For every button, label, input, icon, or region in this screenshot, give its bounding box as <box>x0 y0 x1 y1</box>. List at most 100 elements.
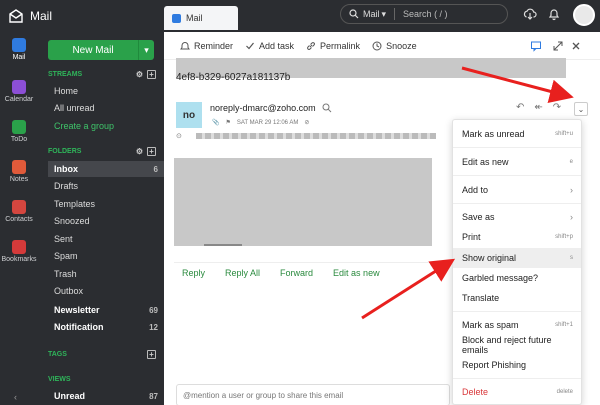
folder-panel: New Mail ▾ STREAMS ⚙ + Home All unread C… <box>38 32 164 405</box>
tab-label: Mail <box>186 13 203 23</box>
rail-item-calendar[interactable]: Calendar <box>0 80 38 103</box>
folder-item-snoozed[interactable]: Snoozed <box>48 213 164 229</box>
folder-label: Inbox <box>54 164 78 174</box>
stream-item-home[interactable]: Home <box>48 83 164 99</box>
menu-shortcut: shift+1 <box>555 322 573 328</box>
sender-address[interactable]: noreply-dmarc@zoho.com <box>210 103 316 113</box>
expand-icon[interactable] <box>552 40 564 52</box>
menu-shortcut: shift+p <box>555 234 573 240</box>
menu-divider <box>453 175 581 176</box>
notes-icon <box>12 160 26 174</box>
new-mail-label: New Mail <box>72 44 114 56</box>
add-folder-icon[interactable]: + <box>147 147 156 156</box>
folder-item-drafts[interactable]: Drafts <box>48 178 164 194</box>
menu-label: Report Phishing <box>462 360 527 370</box>
menu-item-add-to[interactable]: Add to › <box>453 180 581 200</box>
rail-label: Bookmarks <box>1 256 37 263</box>
reminder-button[interactable]: Reminder <box>180 41 233 51</box>
forward-link[interactable]: Forward <box>280 268 313 278</box>
sender-avatar[interactable]: no <box>176 102 202 128</box>
info-icon[interactable]: ⊙ <box>176 132 182 140</box>
menu-item-delete[interactable]: Delete delete <box>453 382 581 402</box>
clock-icon <box>372 41 382 50</box>
add-task-button[interactable]: Add task <box>245 41 294 51</box>
attachment-icon[interactable]: 📎 <box>212 119 219 126</box>
search-mode-select[interactable]: Mail ▾ <box>363 9 386 20</box>
tags-header: TAGS + <box>48 350 156 359</box>
stream-item-all-unread[interactable]: All unread <box>48 100 164 116</box>
folder-item-outbox[interactable]: Outbox <box>48 283 164 299</box>
views-header: VIEWS <box>48 376 156 383</box>
rail-item-notes[interactable]: Notes <box>0 160 38 183</box>
menu-label: Garbled message? <box>462 273 539 283</box>
bell-icon[interactable] <box>547 7 561 21</box>
menu-item-translate[interactable]: Translate <box>453 288 581 308</box>
folder-item-templates[interactable]: Templates <box>48 196 164 212</box>
forward-icon[interactable]: ↷ <box>553 102 561 113</box>
reply-link[interactable]: Reply <box>182 268 205 278</box>
folder-settings-icon[interactable]: ⚙ <box>136 147 143 156</box>
link-icon <box>307 41 315 50</box>
search-box[interactable]: Mail ▾ Search ( / ) <box>340 4 508 24</box>
edit-as-new-link[interactable]: Edit as new <box>333 268 380 278</box>
message-id-text: 4ef8-b329-6027a181137b <box>176 72 291 83</box>
download-cloud-icon[interactable] <box>523 7 537 21</box>
search-input[interactable]: Search ( / ) <box>403 9 448 19</box>
menu-divider <box>453 147 581 148</box>
collapse-rail-icon[interactable]: ‹ <box>14 392 17 402</box>
tab-mail[interactable]: Mail <box>164 6 238 30</box>
tag-icon[interactable]: ⊘ <box>304 119 309 126</box>
menu-item-show-original[interactable]: Show original s <box>453 248 581 268</box>
menu-item-mark-spam[interactable]: Mark as spam shift+1 <box>453 315 581 335</box>
menu-item-save-as[interactable]: Save as › <box>453 207 581 227</box>
menu-item-report-phishing[interactable]: Report Phishing <box>453 355 581 375</box>
flag-icon[interactable]: ⚑ <box>225 119 230 126</box>
folder-item-newsletter[interactable]: Newsletter 69 <box>48 302 164 318</box>
reply-all-link[interactable]: Reply All <box>225 268 260 278</box>
snooze-button[interactable]: Snooze <box>372 41 417 51</box>
create-group-link[interactable]: Create a group <box>48 118 164 134</box>
menu-label: Block and reject future emails <box>462 335 552 355</box>
reply-all-icon[interactable]: ↞ <box>534 102 542 113</box>
rail-item-contacts[interactable]: Contacts <box>0 200 38 223</box>
app-brand[interactable]: Mail <box>8 7 52 25</box>
rail-item-todo[interactable]: ToDo <box>0 120 38 143</box>
menu-item-block-reject[interactable]: Block and reject future emails <box>453 335 581 355</box>
app-rail: Mail Calendar ToDo Notes Contacts Bookma… <box>0 32 38 405</box>
search-sender-icon[interactable] <box>322 103 332 113</box>
menu-item-mark-unread[interactable]: Mark as unread shift+u <box>453 124 581 144</box>
mention-input[interactable]: @mention a user or group to share this e… <box>176 384 450 405</box>
folder-label: Drafts <box>54 181 79 191</box>
stream-settings-icon[interactable]: ⚙ <box>136 70 143 79</box>
add-tag-icon[interactable]: + <box>147 350 156 359</box>
rail-item-mail[interactable]: Mail <box>0 38 38 61</box>
folder-count: 6 <box>153 164 158 174</box>
folder-item-inbox[interactable]: Inbox 6 <box>48 161 164 177</box>
chevron-down-icon: ⌄ <box>577 104 585 114</box>
folder-item-spam[interactable]: Spam <box>48 248 164 264</box>
chevron-down-icon: ▾ <box>381 8 387 19</box>
reply-icon[interactable]: ↶ <box>516 102 524 113</box>
todo-icon <box>12 120 26 134</box>
user-avatar[interactable] <box>573 4 595 26</box>
menu-item-garbled[interactable]: Garbled message? <box>453 268 581 288</box>
folder-item-trash[interactable]: Trash <box>48 266 164 282</box>
menu-label: Mark as unread <box>462 129 525 139</box>
folder-item-notification[interactable]: Notification 12 <box>48 319 164 335</box>
reminder-label: Reminder <box>194 40 234 51</box>
folder-item-sent[interactable]: Sent <box>48 231 164 247</box>
top-bar: Mail Mail Mail ▾ Search ( / ) <box>0 0 600 32</box>
menu-item-edit-as-new[interactable]: Edit as new e <box>453 152 581 172</box>
more-actions-button[interactable]: ⌄ <box>574 102 588 116</box>
permalink-label: Permalink <box>320 40 361 51</box>
new-mail-dropdown[interactable]: ▾ <box>138 40 154 60</box>
permalink-button[interactable]: Permalink <box>306 41 360 51</box>
new-mail-button[interactable]: New Mail ▾ <box>48 40 154 60</box>
close-icon[interactable] <box>570 40 582 52</box>
chat-icon[interactable] <box>530 40 542 52</box>
add-stream-icon[interactable]: + <box>147 70 156 79</box>
search-divider <box>394 8 396 20</box>
menu-item-print[interactable]: Print shift+p <box>453 227 581 247</box>
view-item-unread[interactable]: Unread 87 <box>48 388 164 404</box>
rail-item-bookmarks[interactable]: Bookmarks <box>0 240 38 263</box>
